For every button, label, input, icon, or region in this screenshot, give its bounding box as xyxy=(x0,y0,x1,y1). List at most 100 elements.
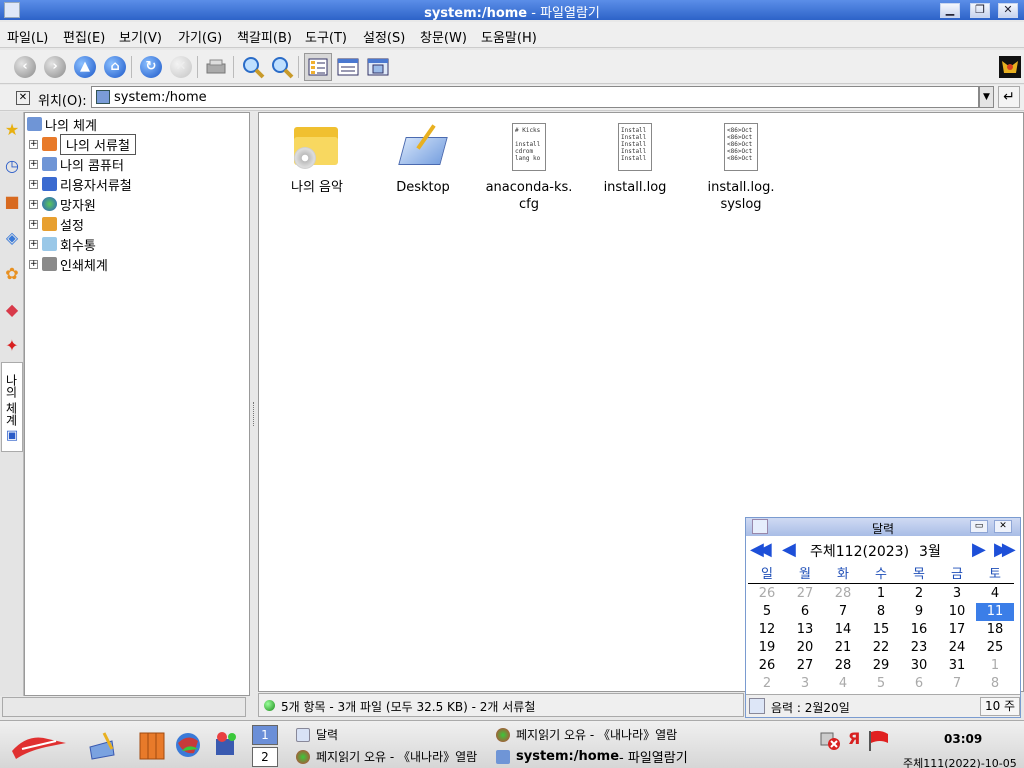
file-item[interactable]: Install Install Install Install Install … xyxy=(585,123,685,196)
prev-month-button[interactable]: ◀ xyxy=(782,539,796,561)
calendar-day[interactable]: 14 xyxy=(824,621,862,639)
calendar-day[interactable]: 16 xyxy=(900,621,938,639)
expand-icon[interactable]: + xyxy=(29,179,38,189)
network-icon[interactable]: ◈ xyxy=(2,226,22,250)
calendar-day[interactable]: 26 xyxy=(748,657,786,675)
tree-item-trash[interactable]: + 회수통 xyxy=(29,235,96,254)
file-item[interactable]: <86>Oct <86>Oct <86>Oct <86>Oct <86>Oct … xyxy=(691,123,791,213)
calendar-day[interactable]: 21 xyxy=(824,639,862,657)
calendar-day[interactable]: 26 xyxy=(748,585,786,603)
tree-item-my-computer[interactable]: + 나의 콤퓨터 xyxy=(29,155,124,174)
calendar-day[interactable]: 25 xyxy=(976,639,1014,657)
desktop-1-button[interactable]: 1 xyxy=(252,725,278,745)
tree-item-my-documents[interactable]: + 나의 서류철 xyxy=(29,133,136,155)
pane-splitter[interactable] xyxy=(251,112,257,696)
prev-year-button[interactable]: ◀◀ xyxy=(750,539,772,561)
stop-button[interactable]: ✕ xyxy=(167,53,195,81)
browser-globe-icon[interactable] xyxy=(174,729,206,761)
tree-item-settings[interactable]: + 설정 xyxy=(29,215,84,234)
calendar-day[interactable]: 24 xyxy=(938,639,976,657)
expand-icon[interactable]: + xyxy=(29,159,38,169)
menu-go[interactable]: 가기(G) xyxy=(178,27,222,46)
desktop-2-button[interactable]: 2 xyxy=(252,747,278,767)
calendar-day[interactable]: 7 xyxy=(938,675,976,693)
file-item[interactable]: 나의 음악 xyxy=(267,123,367,196)
expand-icon[interactable]: + xyxy=(29,219,38,229)
up-button[interactable]: ▲ xyxy=(71,53,99,81)
image-view-button[interactable] xyxy=(364,53,392,81)
file-item[interactable]: Desktop xyxy=(373,123,473,196)
calendar-day[interactable]: 2 xyxy=(748,675,786,693)
detail-view-button[interactable] xyxy=(334,53,362,81)
keyboard-layout-indicator[interactable]: Я xyxy=(848,729,860,751)
calendar-day[interactable]: 4 xyxy=(976,585,1014,603)
calendar-day[interactable]: 1 xyxy=(862,585,900,603)
tree-item-user-folders[interactable]: + 리용자서류철 xyxy=(29,175,132,194)
desktop-icon[interactable] xyxy=(86,729,118,761)
next-month-button[interactable]: ▶ xyxy=(972,539,986,561)
tree-root[interactable]: 나의 체계 xyxy=(27,115,97,134)
calendar-day[interactable]: 4 xyxy=(824,675,862,693)
calendar-day[interactable]: 1 xyxy=(976,657,1014,675)
task-calendar[interactable]: 달력 xyxy=(296,724,486,745)
expand-icon[interactable]: + xyxy=(29,259,38,269)
menu-window[interactable]: 창문(W) xyxy=(420,27,467,46)
zoom-out-button[interactable] xyxy=(268,53,296,81)
week-number[interactable]: 10 주 xyxy=(980,697,1020,716)
calendar-day[interactable]: 8 xyxy=(976,675,1014,693)
start-menu-icon[interactable] xyxy=(8,729,70,761)
calendar-day[interactable]: 6 xyxy=(900,675,938,693)
menu-settings[interactable]: 설정(S) xyxy=(363,27,405,46)
zoom-in-button[interactable] xyxy=(239,53,267,81)
calendar-day[interactable]: 19 xyxy=(748,639,786,657)
clear-location-icon[interactable]: ✕ xyxy=(16,91,30,105)
reload-button[interactable]: ↻ xyxy=(137,53,165,81)
calendar-day[interactable]: 2 xyxy=(900,585,938,603)
calendar-day[interactable]: 15 xyxy=(862,621,900,639)
pin-icon[interactable]: ✦ xyxy=(2,334,22,358)
expand-icon[interactable]: + xyxy=(29,239,38,249)
calendar-day[interactable]: 28 xyxy=(824,657,862,675)
location-input[interactable] xyxy=(114,88,954,106)
media-player-icon[interactable] xyxy=(210,729,242,761)
calendar-day[interactable]: 12 xyxy=(748,621,786,639)
calendar-day[interactable]: 3 xyxy=(786,675,824,693)
menu-bookmarks[interactable]: 책갈피(B) xyxy=(237,27,292,46)
calendar-day[interactable]: 18 xyxy=(976,621,1014,639)
tree-item-network[interactable]: + 망자원 xyxy=(29,195,96,214)
go-button[interactable]: ↵ xyxy=(998,86,1020,108)
calendar-day[interactable]: 6 xyxy=(786,603,824,621)
calendar-day[interactable]: 20 xyxy=(786,639,824,657)
calendar-settings-icon[interactable] xyxy=(749,698,765,714)
file-item[interactable]: # Kicks install cdrom lang ko anaconda-k… xyxy=(479,123,579,213)
next-year-button[interactable]: ▶▶ xyxy=(994,539,1016,561)
print-button[interactable] xyxy=(202,53,230,81)
calendar-day[interactable]: 3 xyxy=(938,585,976,603)
minimize-button[interactable]: ▁ xyxy=(940,3,960,18)
calendar-day[interactable]: 5 xyxy=(748,603,786,621)
icon-view-button[interactable] xyxy=(304,53,332,81)
task-browser-2[interactable]: 페지읽기 오유 - 《내나라》열람 xyxy=(296,746,490,767)
tree-item-print-system[interactable]: + 인쇄체계 xyxy=(29,255,108,274)
media-icon[interactable]: ◆ xyxy=(2,298,22,322)
calendar-day[interactable]: 11 xyxy=(976,603,1014,621)
forward-button[interactable]: › xyxy=(41,53,69,81)
menu-tools[interactable]: 도구(T) xyxy=(305,27,347,46)
task-browser-1[interactable]: 페지읽기 오유 - 《내나라》열람 xyxy=(496,724,688,745)
calendar-day[interactable]: 8 xyxy=(862,603,900,621)
calendar-day[interactable]: 9 xyxy=(900,603,938,621)
red-flag-icon[interactable] xyxy=(866,729,892,751)
menu-view[interactable]: 보기(V) xyxy=(119,27,162,46)
expand-icon[interactable]: + xyxy=(29,139,38,149)
calendar-day[interactable]: 28 xyxy=(824,585,862,603)
calendar-day[interactable]: 5 xyxy=(862,675,900,693)
calendar-day[interactable]: 27 xyxy=(786,585,824,603)
calendar-day[interactable]: 10 xyxy=(938,603,976,621)
menu-file[interactable]: 파일(L) xyxy=(7,27,48,46)
calendar-day[interactable]: 22 xyxy=(862,639,900,657)
services-icon[interactable]: ✿ xyxy=(2,262,22,286)
calendar-day[interactable]: 27 xyxy=(786,657,824,675)
calendar-day[interactable]: 7 xyxy=(824,603,862,621)
calendar-close-button[interactable]: ✕ xyxy=(994,520,1012,533)
menu-edit[interactable]: 편집(E) xyxy=(63,27,105,46)
